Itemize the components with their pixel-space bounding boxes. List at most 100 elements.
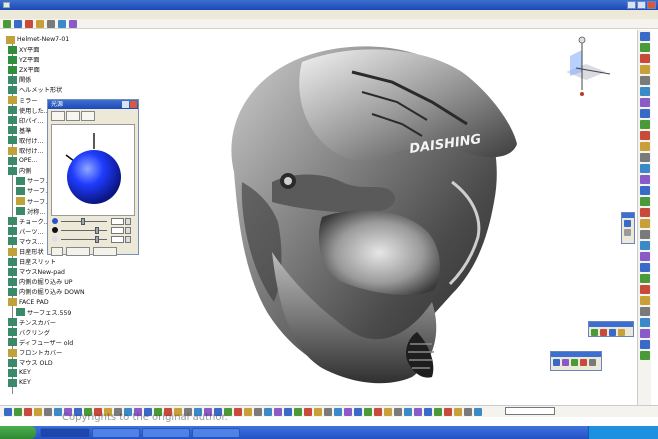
toolbar-icon[interactable]: [47, 20, 55, 28]
toolbar-icon[interactable]: [639, 252, 650, 261]
specular-slider[interactable]: [51, 235, 135, 244]
view-icon[interactable]: [624, 229, 631, 236]
toolbar-icon[interactable]: [639, 131, 650, 140]
dialog-help-button[interactable]: [122, 101, 129, 108]
tree-root[interactable]: Helmet-New7-01: [6, 35, 69, 44]
toolbar-icon[interactable]: [284, 407, 292, 416]
toolbar-icon[interactable]: [639, 186, 650, 195]
helmet-3d-model[interactable]: DAISHING: [212, 32, 532, 387]
toolbar-icon[interactable]: [14, 407, 22, 416]
toolbar-icon[interactable]: [69, 20, 77, 28]
tree-item[interactable]: 対称...: [16, 207, 45, 216]
taskbar-item[interactable]: [92, 427, 140, 438]
toolbar-icon[interactable]: [424, 407, 432, 416]
tree-item[interactable]: マウス...: [8, 237, 43, 246]
toolbar-icon[interactable]: [639, 153, 650, 162]
maximize-button[interactable]: [637, 1, 646, 9]
tree-item[interactable]: 関係: [8, 75, 31, 84]
toolbar-icon[interactable]: [639, 65, 650, 74]
toolbar-icon[interactable]: [354, 407, 362, 416]
toolbar-icon[interactable]: [474, 407, 482, 416]
specular-value-field[interactable]: [111, 236, 124, 243]
light-type-spot-tab[interactable]: [51, 111, 65, 121]
toolbar-icon[interactable]: [254, 407, 262, 416]
toolbar-icon[interactable]: [639, 164, 650, 173]
toolbar-icon[interactable]: [639, 307, 650, 316]
toolbar-icon[interactable]: [444, 407, 452, 416]
toolbar-icon[interactable]: [639, 241, 650, 250]
toolbar-icon[interactable]: [639, 274, 650, 283]
toolbar-icon[interactable]: [639, 197, 650, 206]
toolbar-icon[interactable]: [3, 20, 11, 28]
tree-item[interactable]: 印パイ...: [8, 116, 43, 125]
toolbar-icon[interactable]: [639, 219, 650, 228]
tree-item[interactable]: サーフ...: [16, 176, 51, 185]
toolbar-icon[interactable]: [639, 32, 650, 41]
taskbar-item[interactable]: [40, 427, 90, 438]
dialog-close-button[interactable]: [130, 101, 137, 108]
tree-item[interactable]: YZ平面: [8, 55, 39, 64]
toolbar-icon[interactable]: [434, 407, 442, 416]
toolbar-icon[interactable]: [36, 20, 44, 28]
light-color-swatch[interactable]: [52, 218, 58, 224]
render-icon[interactable]: [553, 359, 560, 366]
toolbar-icon[interactable]: [58, 20, 66, 28]
toolbar-icon[interactable]: [639, 175, 650, 184]
toolbar-icon[interactable]: [14, 20, 22, 28]
render-icon[interactable]: [589, 359, 596, 366]
toolbar-icon[interactable]: [334, 407, 342, 416]
render-icon[interactable]: [580, 359, 587, 366]
tree-item[interactable]: パーツ...: [8, 227, 43, 236]
compass-widget[interactable]: [556, 36, 614, 100]
dialog-icon-button[interactable]: [51, 247, 63, 256]
light-type-point-tab[interactable]: [66, 111, 80, 121]
ambient-value-field[interactable]: [111, 227, 124, 234]
tree-item[interactable]: 日産形状: [8, 247, 44, 256]
analysis-icon[interactable]: [600, 329, 607, 336]
toolbar-icon[interactable]: [414, 407, 422, 416]
toolbar-icon[interactable]: [274, 407, 282, 416]
toolbar-icon[interactable]: [454, 407, 462, 416]
toolbar-icon[interactable]: [244, 407, 252, 416]
tree-item[interactable]: サーフ...: [16, 197, 51, 206]
tree-item[interactable]: 日産スリット: [8, 257, 56, 266]
toolbar-icon[interactable]: [374, 407, 382, 416]
toolbar-icon[interactable]: [639, 76, 650, 85]
tree-item[interactable]: サーフ...: [16, 186, 51, 195]
toolbar-icon[interactable]: [639, 120, 650, 129]
toolbar-icon[interactable]: [234, 407, 242, 416]
toolbar-icon[interactable]: [4, 407, 12, 416]
render-icon[interactable]: [571, 359, 578, 366]
tree-item[interactable]: FACE PAD: [8, 298, 49, 307]
toolbar-icon[interactable]: [324, 407, 332, 416]
toolbar-icon[interactable]: [639, 296, 650, 305]
toolbar-icon[interactable]: [639, 87, 650, 96]
minimize-button[interactable]: [627, 1, 636, 9]
close-button[interactable]: [647, 1, 656, 9]
toolbar-icon[interactable]: [54, 407, 62, 416]
tree-item[interactable]: 内側の掘り込み DOWN: [8, 287, 85, 296]
toolbar-icon[interactable]: [639, 54, 650, 63]
toolbar-icon[interactable]: [344, 407, 352, 416]
intensity-spinner[interactable]: [125, 218, 131, 225]
tree-item[interactable]: 基準: [8, 126, 31, 135]
toolbar-icon[interactable]: [404, 407, 412, 416]
render-mode-combo[interactable]: [505, 407, 555, 415]
toolbar-icon[interactable]: [639, 142, 650, 151]
tree-item[interactable]: KEY: [8, 368, 31, 377]
dialog-ok-button[interactable]: [66, 247, 90, 256]
ambient-slider[interactable]: [51, 226, 135, 235]
toolbar-icon[interactable]: [639, 285, 650, 294]
view-icon[interactable]: [624, 220, 631, 227]
tree-item[interactable]: ヘルメット形状: [8, 85, 62, 94]
taskbar-item[interactable]: [192, 427, 240, 438]
toolbar-icon[interactable]: [639, 263, 650, 272]
light-preview[interactable]: [51, 124, 135, 216]
dialog-cancel-button[interactable]: [93, 247, 117, 256]
toolbar-icon[interactable]: [24, 407, 32, 416]
render-icon[interactable]: [562, 359, 569, 366]
specular-spinner[interactable]: [125, 236, 131, 243]
analysis-icon[interactable]: [618, 329, 625, 336]
toolbar-icon[interactable]: [639, 98, 650, 107]
tree-item[interactable]: バクリング: [8, 328, 50, 337]
